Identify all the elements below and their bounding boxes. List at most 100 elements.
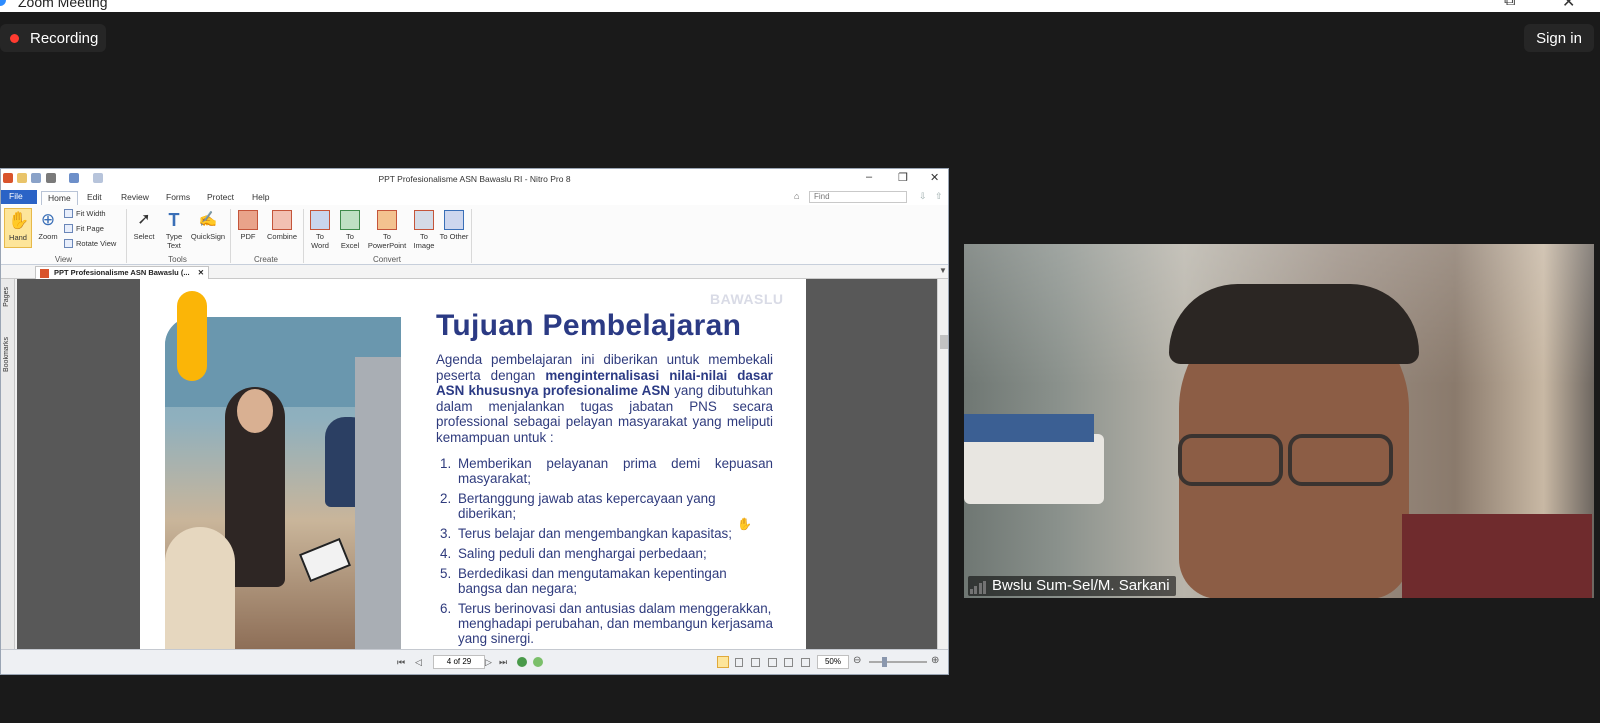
list-item: 4. Saling peduli dan menghargai perbedaan…: [440, 546, 773, 561]
document-tab[interactable]: PPT Profesionalisme ASN Bawaslu (... ✕: [35, 266, 209, 279]
combine-button[interactable]: Combine: [264, 210, 300, 241]
tab-review[interactable]: Review: [115, 191, 155, 205]
hand-icon: ✋: [8, 211, 30, 230]
scrollbar-thumb[interactable]: [940, 335, 948, 349]
hand-cursor-icon: ✋: [737, 517, 752, 531]
document-tab-close-icon[interactable]: ✕: [198, 267, 204, 278]
back-view-icon[interactable]: [517, 657, 527, 667]
list-number: 2.: [440, 491, 452, 506]
tab-protect[interactable]: Protect: [201, 191, 240, 205]
to-image-button[interactable]: To Image: [411, 210, 437, 250]
group-tools-label: Tools: [168, 255, 187, 264]
list-number: 6.: [440, 601, 452, 616]
type-text-label: Type Text: [165, 232, 183, 250]
photo-person-standing: [355, 357, 401, 649]
nitro-window-title: PPT Profesionalisme ASN Bawaslu RI - Nit…: [378, 174, 571, 184]
window-close-icon[interactable]: ✕: [1562, 0, 1575, 12]
window-restore-icon[interactable]: ⧉: [1504, 0, 1515, 10]
tab-list-chevron-icon[interactable]: ▼: [939, 266, 947, 275]
side-tab-bookmarks[interactable]: Bookmarks: [3, 337, 10, 372]
bawaslu-watermark: BAWASLU: [710, 291, 784, 307]
list-text: Berdedikasi dan mengutamakan kepentingan…: [458, 566, 727, 596]
to-word-button[interactable]: To Word: [307, 210, 333, 250]
split-view-icon[interactable]: [801, 658, 810, 667]
recording-dot-icon: [10, 33, 19, 43]
list-number: 5.: [440, 566, 452, 581]
list-number: 1.: [440, 456, 452, 471]
nitro-restore-icon[interactable]: ❐: [898, 171, 908, 184]
fit-page-label: Fit Page: [76, 224, 104, 233]
zoom-out-icon[interactable]: ⊖: [853, 655, 861, 666]
to-image-icon: [414, 210, 434, 230]
document-tab-strip: PPT Profesionalisme ASN Bawaslu (... ✕ ▼: [1, 265, 948, 279]
sign-in-button[interactable]: Sign in: [1524, 24, 1594, 52]
nitro-ribbon-tabs: File Home Edit Review Forms Protect Help…: [1, 189, 948, 205]
to-excel-button[interactable]: To Excel: [337, 210, 363, 250]
slide-objectives-list: 1. Memberikan pelayanan prima demi kepuas…: [440, 456, 773, 649]
select-tool-button[interactable]: ➚ Select: [129, 210, 159, 241]
side-tab-pages[interactable]: Pages: [3, 287, 10, 307]
recording-indicator[interactable]: Recording: [0, 24, 106, 52]
pdf-icon: [238, 210, 258, 230]
fit-page-button[interactable]: Fit Page: [64, 224, 104, 233]
last-page-icon[interactable]: ⏭: [499, 657, 507, 668]
type-text-button[interactable]: T Type Text: [161, 210, 187, 250]
vertical-scrollbar[interactable]: [937, 279, 948, 649]
combine-label: Combine: [266, 232, 297, 241]
next-page-icon[interactable]: ▷: [485, 657, 492, 668]
tab-file[interactable]: File: [1, 190, 37, 204]
tab-edit[interactable]: Edit: [81, 191, 108, 205]
zoom-level-field[interactable]: 50%: [817, 655, 849, 669]
document-view[interactable]: BAWASLU Tujuan Pembelajaran Agenda pembe…: [17, 279, 937, 649]
facing-view-icon[interactable]: [751, 658, 760, 667]
group-convert-label: Convert: [372, 255, 401, 264]
zoom-slider[interactable]: [869, 661, 927, 663]
slide-intro: Agenda pembelajaran ini diberikan untuk …: [436, 352, 773, 445]
find-options-icon[interactable]: ⌂: [794, 191, 799, 201]
select-cursor-icon: ➚: [137, 211, 151, 228]
fit-width-label: Fit Width: [76, 209, 106, 218]
to-excel-label: To Excel: [340, 232, 360, 250]
hand-tool-button[interactable]: ✋ Hand: [4, 208, 32, 248]
fit-width-button[interactable]: Fit Width: [64, 209, 106, 218]
tab-home[interactable]: Home: [41, 191, 78, 205]
nitro-ribbon: ✋ Hand ⊕ Zoom Fit Width Fit Page Rotate …: [1, 205, 948, 265]
participant-video-tile[interactable]: Bwslu Sum-Sel/M. Sarkani: [964, 244, 1594, 598]
zoom-in-icon[interactable]: ⊕: [931, 655, 939, 666]
continuous-view-icon[interactable]: [735, 658, 743, 667]
nitro-status-bar: ⏮ ◁ 4 of 29 ▷ ⏭ 50% ⊖ ⊕: [1, 649, 948, 674]
pdf-label: PDF: [240, 232, 256, 241]
page-number-field[interactable]: 4 of 29: [433, 655, 485, 669]
tab-forms[interactable]: Forms: [160, 191, 196, 205]
combine-icon: [272, 210, 292, 230]
participant-name: Bwslu Sum-Sel/M. Sarkani: [968, 576, 1176, 596]
quicksign-button[interactable]: ✍ QuickSign: [189, 210, 227, 241]
create-pdf-button[interactable]: PDF: [235, 210, 261, 241]
nitro-minimize-icon[interactable]: –: [866, 171, 872, 183]
zoom-label: Zoom: [38, 232, 58, 241]
full-screen-icon[interactable]: [784, 658, 793, 667]
zoom-slider-thumb[interactable]: [882, 657, 887, 667]
to-powerpoint-button[interactable]: To PowerPoint: [365, 210, 409, 250]
quicksign-label: QuickSign: [190, 232, 226, 241]
to-other-button[interactable]: To Other: [439, 210, 469, 241]
list-item: 6. Terus berinovasi dan antusias dalam me…: [440, 601, 773, 646]
first-page-icon[interactable]: ⏮: [397, 657, 405, 668]
nitro-close-icon[interactable]: ✕: [930, 171, 939, 184]
list-number: 3.: [440, 526, 452, 541]
to-powerpoint-label: To PowerPoint: [367, 232, 407, 250]
rotate-view-button[interactable]: Rotate View: [64, 239, 116, 248]
find-prev-icon[interactable]: ⇧: [935, 191, 943, 202]
facing-continuous-view-icon[interactable]: [768, 658, 777, 667]
prev-page-icon[interactable]: ◁: [415, 657, 422, 668]
list-number: 4.: [440, 546, 452, 561]
find-next-icon[interactable]: ⇩: [919, 191, 927, 202]
slide-title: Tujuan Pembelajaran: [436, 309, 742, 342]
forward-view-icon[interactable]: [533, 657, 543, 667]
photo-face: [237, 389, 273, 433]
single-page-view-icon[interactable]: [717, 656, 729, 668]
tab-help[interactable]: Help: [246, 191, 275, 205]
find-input[interactable]: Find: [809, 191, 907, 203]
list-text: Saling peduli dan menghargai perbedaan;: [458, 546, 707, 561]
zoom-button[interactable]: ⊕ Zoom: [35, 210, 61, 241]
